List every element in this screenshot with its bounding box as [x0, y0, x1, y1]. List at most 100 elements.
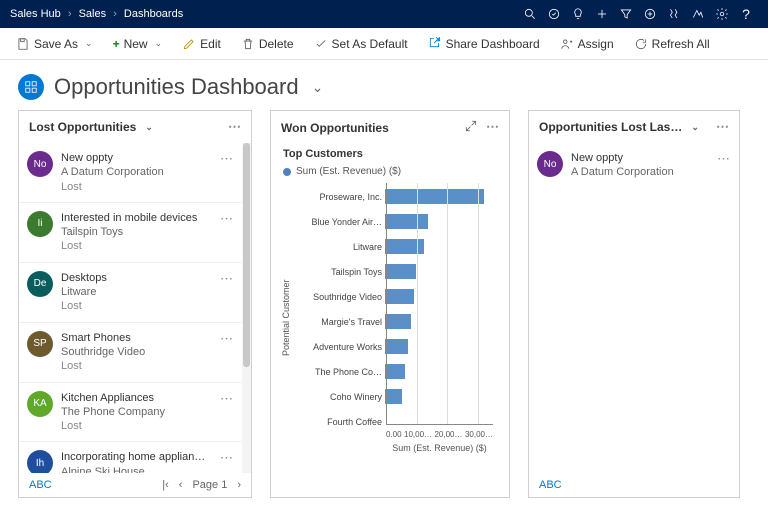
gear-icon[interactable] — [710, 0, 734, 28]
footer-abc[interactable]: ABC — [29, 479, 52, 491]
more-icon[interactable]: ⋯ — [220, 211, 234, 227]
add-circle-icon[interactable] — [638, 0, 662, 28]
item-title: New oppty — [61, 151, 212, 165]
delete-button[interactable]: Delete — [233, 33, 302, 55]
list-item[interactable]: No New opptyA Datum CorporationLost ⋯ — [19, 143, 242, 202]
chevron-down-icon[interactable]: ⌄ — [691, 122, 699, 133]
bar-label: Tailspin Toys — [293, 267, 385, 277]
item-title: Kitchen Appliances — [61, 391, 212, 405]
chart-xlabel: Sum (Est. Revenue) ($) — [386, 443, 493, 453]
filter-icon[interactable] — [614, 0, 638, 28]
breadcrumb-sep: › — [68, 8, 72, 20]
bar-label: Margie's Travel — [293, 317, 385, 327]
chevron-down-icon: ⌄ — [155, 38, 163, 49]
bar-label: Blue Yonder Air… — [293, 217, 385, 227]
more-icon[interactable]: ⋯ — [228, 119, 241, 135]
refresh-button[interactable]: Refresh All — [626, 33, 718, 55]
footer-abc[interactable]: ABC — [539, 479, 562, 491]
more-icon[interactable]: ⋯ — [220, 391, 234, 407]
assign-button[interactable]: Assign — [552, 33, 622, 55]
list-item[interactable]: Ih Incorporating home applian…Alpine Ski … — [19, 441, 242, 473]
top-nav: Sales Hub › Sales › Dashboards ? — [0, 0, 768, 28]
item-sub: A Datum Corporation — [571, 165, 709, 179]
chevron-down-icon[interactable]: ⌄ — [312, 79, 324, 96]
panel-lost-last: Opportunities Lost Las… ⌄ ⋯ NoNew opptyA… — [528, 110, 740, 498]
chevron-down-icon[interactable]: ⌄ — [145, 122, 153, 133]
more-icon[interactable]: ⋯ — [220, 151, 234, 167]
page-title: Opportunities Dashboard — [54, 74, 299, 100]
lost-list: No New opptyA Datum CorporationLost ⋯ Ii Int… — [19, 143, 251, 473]
bar-label: Coho Winery — [293, 392, 385, 402]
list-item[interactable]: NoNew opptyA Datum Corporation⋯ — [529, 143, 739, 188]
list-item-text: New opptyA Datum Corporation — [571, 151, 709, 180]
plus-icon[interactable] — [590, 0, 614, 28]
chart-legend: Sum (Est. Revenue) ($) — [271, 160, 509, 183]
list-item[interactable]: Ii Interested in mobile devicesTailspin T… — [19, 202, 242, 262]
task-icon[interactable] — [542, 0, 566, 28]
item-status: Lost — [61, 239, 212, 253]
more-icon[interactable]: ⋯ — [486, 119, 499, 136]
help-icon[interactable]: ? — [734, 0, 758, 28]
page-indicator: Page 1 — [192, 479, 227, 491]
edit-button[interactable]: Edit — [174, 33, 229, 55]
page-next-icon[interactable]: › — [237, 479, 241, 491]
list-item-text: New opptyA Datum CorporationLost — [61, 151, 212, 194]
more-icon[interactable]: ⋯ — [220, 331, 234, 347]
more-icon[interactable]: ⋯ — [220, 450, 234, 466]
bar-label: Litware — [293, 242, 385, 252]
settings-alt-icon[interactable] — [662, 0, 686, 28]
bar-label: Fourth Coffee — [293, 417, 385, 427]
more-icon[interactable]: ⋯ — [220, 271, 234, 287]
share-button[interactable]: Share Dashboard — [420, 31, 548, 56]
dashboard-grid: Lost Opportunities ⌄ ⋯ NoNew opptyA Datu… — [0, 110, 768, 498]
xtick: 0.00 — [386, 430, 402, 439]
avatar: Ih — [27, 450, 53, 473]
list-item[interactable]: DeDesktopsLitwareLost⋯ — [19, 262, 242, 322]
item-sub: Alpine Ski House — [61, 465, 212, 473]
bar-label: Adventure Works — [293, 342, 385, 352]
list-item[interactable]: SPSmart PhonesSouthridge VideoLost⋯ — [19, 322, 242, 382]
chart-grid — [386, 183, 493, 425]
bar-label: Southridge Video — [293, 292, 385, 302]
panel-lost-opportunities: Lost Opportunities ⌄ ⋯ No New opptyA Datu… — [18, 110, 252, 498]
list-item-text: Interested in mobile devicesTailspin Toy… — [61, 211, 212, 254]
item-sub: The Phone Company — [61, 405, 212, 419]
dashboard-icon — [18, 74, 44, 100]
item-sub: Southridge Video — [61, 345, 212, 359]
save-as-button[interactable]: Save As⌄ — [8, 33, 101, 55]
avatar: Ii — [27, 211, 53, 237]
item-title: Incorporating home applian… — [61, 450, 212, 464]
breadcrumb-root[interactable]: Sales Hub — [10, 8, 61, 20]
avatar: De — [27, 271, 53, 297]
page-prev-icon[interactable]: ‹ — [179, 479, 183, 491]
list-item[interactable]: KAKitchen AppliancesThe Phone CompanyLos… — [19, 382, 242, 442]
chart-ylabel: Potential Customer — [279, 183, 293, 453]
item-status: Lost — [61, 419, 212, 433]
item-status: Lost — [61, 359, 212, 373]
list-item-text: Kitchen AppliancesThe Phone CompanyLost — [61, 391, 212, 434]
breadcrumb-sales[interactable]: Sales — [79, 8, 107, 20]
item-sub: Litware — [61, 285, 212, 299]
more-icon[interactable]: ⋯ — [716, 119, 729, 135]
chart-xaxis: 0.0010,00…20,00…30,00… — [386, 430, 493, 439]
page-first-icon[interactable]: |‹ — [162, 479, 169, 491]
xtick: 20,00… — [434, 430, 462, 439]
panel-title: Won Opportunities — [281, 121, 389, 135]
assistant-icon[interactable] — [686, 0, 710, 28]
bulb-icon[interactable] — [566, 0, 590, 28]
new-button[interactable]: +New⌄ — [105, 33, 171, 55]
chevron-down-icon: ⌄ — [85, 38, 93, 49]
set-default-button[interactable]: Set As Default — [306, 33, 416, 55]
item-status: Lost — [61, 180, 212, 194]
panel-title: Lost Opportunities — [29, 120, 136, 134]
avatar: No — [27, 151, 53, 177]
more-icon[interactable]: ⋯ — [717, 151, 731, 167]
breadcrumb-dashboards[interactable]: Dashboards — [124, 8, 183, 20]
bar-label: Proseware, Inc. — [293, 192, 385, 202]
search-icon[interactable] — [518, 0, 542, 28]
breadcrumb: Sales Hub › Sales › Dashboards — [10, 8, 183, 20]
xtick: 30,00… — [465, 430, 493, 439]
item-title: Desktops — [61, 271, 212, 285]
scrollbar[interactable] — [242, 143, 251, 473]
expand-icon[interactable] — [464, 119, 478, 136]
